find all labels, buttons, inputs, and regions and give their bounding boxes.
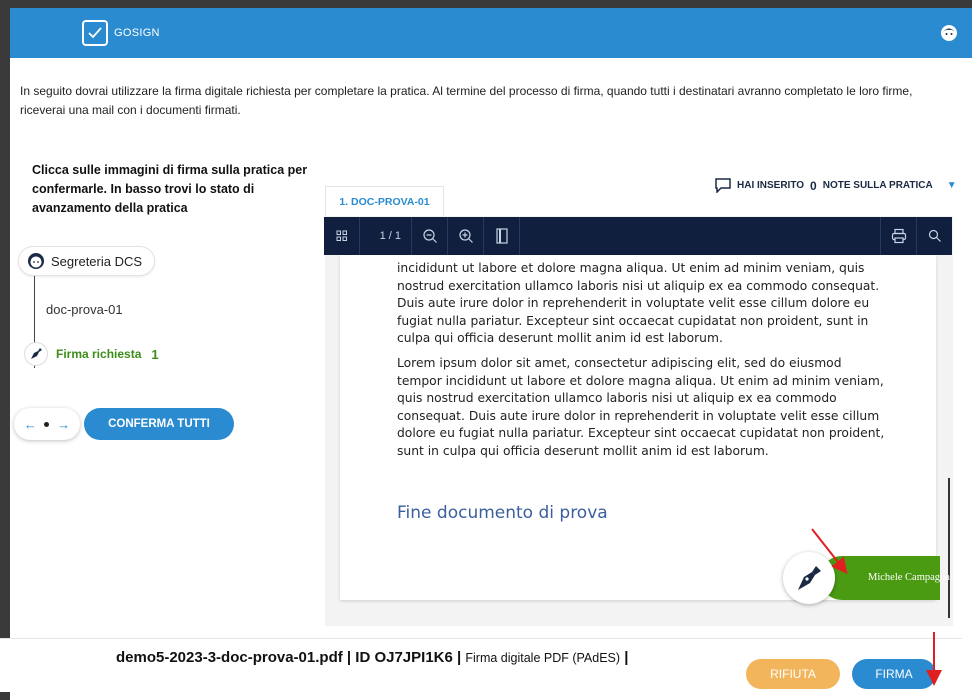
- user-avatar-icon[interactable]: [940, 24, 958, 42]
- tab-document[interactable]: 1. DOC-PROVA-01: [325, 186, 444, 216]
- footer-id: ID OJ7JPI1K6: [355, 649, 453, 666]
- sign-button[interactable]: FIRMA: [852, 659, 936, 689]
- logo-check-icon: [82, 20, 108, 46]
- signer-name[interactable]: Michele Campagna: [868, 572, 950, 583]
- viewer-toolbar: 1 / 1: [324, 217, 952, 255]
- user-avatar-icon: [28, 253, 44, 269]
- instructions-text: Clicca sulle immagini di firma sulla pra…: [32, 163, 308, 215]
- footer-filename: demo5-2023-3-doc-prova-01.pdf: [116, 649, 343, 666]
- document-paragraph: incididunt ut labore et dolore magna ali…: [397, 261, 880, 346]
- pen-nib-icon[interactable]: [783, 552, 835, 604]
- sender-name: Segreteria DCS: [51, 253, 143, 269]
- zoom-in-icon[interactable]: [448, 217, 484, 255]
- nav-dot: [44, 421, 50, 427]
- sign-request-label: Firma richiesta: [56, 347, 142, 361]
- print-icon[interactable]: [880, 217, 916, 255]
- nav-prev-button[interactable]: ←: [24, 417, 37, 432]
- sender-chip: Segreteria DCS: [18, 246, 156, 276]
- refuse-button[interactable]: RIFIUTA: [746, 659, 840, 689]
- footer-document-info: demo5-2023-3-doc-prova-01.pdf | ID OJ7JP…: [116, 649, 629, 666]
- notes-suffix: NOTE SULLA PRATICA: [822, 180, 933, 191]
- document-end-title: Fine documento di prova: [397, 503, 608, 523]
- notes-toggle[interactable]: HAI INSERITO 0 NOTE SULLA PRATICA ▼: [715, 178, 957, 193]
- search-icon[interactable]: [916, 217, 952, 255]
- caret-down-icon: ▼: [946, 180, 957, 191]
- notes-prefix: HAI INSERITO: [737, 180, 805, 191]
- zoom-out-icon[interactable]: [412, 217, 448, 255]
- page-indicator[interactable]: 1 / 1: [360, 217, 412, 255]
- intro-text: In seguito dovrai utilizzare la firma di…: [20, 84, 913, 117]
- viewer-scrollbar[interactable]: [948, 478, 950, 618]
- brand-name: GOSIGN: [114, 27, 160, 39]
- pen-nib-icon: [24, 342, 48, 366]
- thumbnails-icon[interactable]: [324, 217, 360, 255]
- comment-icon: [715, 178, 731, 193]
- confirm-all-button[interactable]: CONFERMA TUTTI: [84, 408, 234, 440]
- document-page: incididunt ut labore et dolore magna ali…: [340, 255, 936, 600]
- sign-request-status: Firma richiesta 1: [24, 342, 159, 366]
- top-bar: GOSIGN: [10, 8, 972, 58]
- footer-signature-type: Firma digitale PDF (PAdES): [465, 651, 621, 665]
- document-paragraph: Lorem ipsum dolor sit amet, consectetur …: [397, 356, 885, 458]
- sign-request-count: 1: [151, 346, 159, 362]
- timeline-document[interactable]: doc-prova-01: [46, 302, 123, 317]
- notes-count: 0: [810, 178, 817, 193]
- page-fit-icon[interactable]: [484, 217, 520, 255]
- nav-next-button[interactable]: →: [57, 417, 70, 432]
- signature-navigator: ← →: [14, 408, 80, 440]
